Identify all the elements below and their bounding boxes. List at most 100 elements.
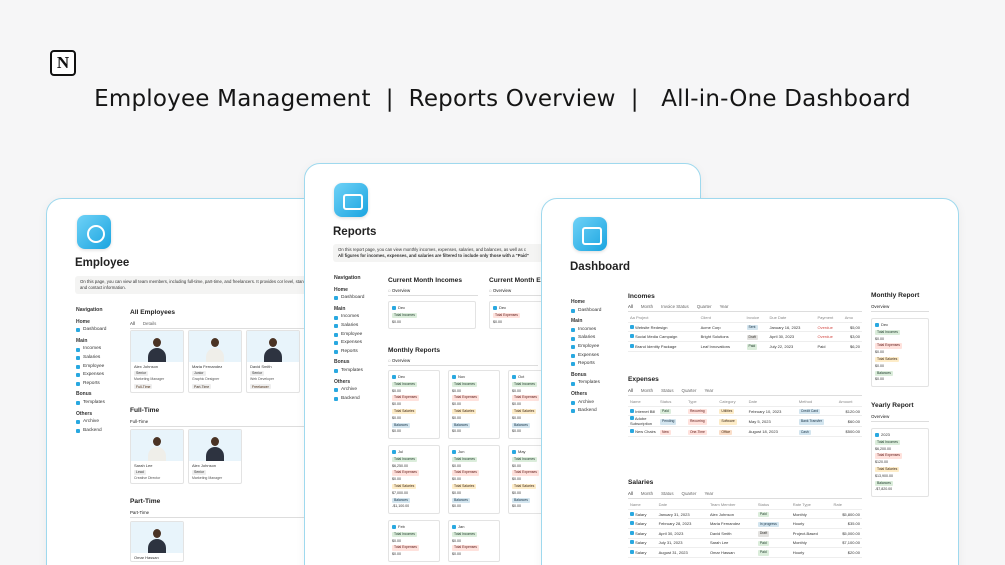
sidebar-item-label: Incomes [83,346,102,352]
column-header-category[interactable]: Category [717,398,747,407]
tab-month[interactable]: Month [641,388,653,393]
sidebar-item-employee[interactable]: Employee [76,363,126,372]
tab-quarter[interactable]: Quarter [682,388,697,393]
table-row[interactable]: Social Media Campaign Bright Solutions Dra… [628,331,862,343]
tab-overview-yr[interactable]: Overview [871,414,889,419]
sidebar-item-archive[interactable]: Archive [76,418,126,427]
monthly-report-card[interactable]: Jan Total Incomes $0.00 Total Expenses $0.00 [448,520,500,562]
tab-year[interactable]: Year [704,491,713,496]
table-row[interactable]: Salary August 31, 2023 Omar Hassan Paid Hour… [628,547,862,558]
sidebar-item-salaries[interactable]: Salaries [571,334,621,343]
tab-status[interactable]: Status [661,388,673,393]
tab-year[interactable]: Year [720,304,729,309]
tab-quarter[interactable]: Quarter [697,304,712,309]
column-header-status[interactable]: Status [755,501,791,510]
table-row[interactable]: Salary July 31, 2023 Sarah Lee Paid Monthly $… [628,538,862,549]
sidebar-item-dashboard[interactable]: Dashboard [334,294,384,303]
monthly-report-card[interactable]: Feb Total Incomes $0.00 Total Expenses $0.00 [388,520,440,562]
sidebar-item-expenses[interactable]: Expenses [334,339,384,348]
tab-overview-monthly[interactable]: ◌ Overview [388,358,410,363]
tab-part-time[interactable]: Part-Time [130,510,149,515]
tab-month[interactable]: Month [641,304,653,309]
employee-card[interactable]: David Smith Senior Web Developer Freelancer [246,330,300,393]
monthly-report-card[interactable]: Jul Total Incomes $6,250.00 Total Expenses $… [388,445,440,515]
monthly-report-card[interactable]: Dec Total Incomes $0.00 Total Expenses $0.00… [388,370,440,440]
tab-all[interactable]: All [628,388,633,393]
cm-incomes-card[interactable]: Dec Total Incomes $0.00 [388,301,476,330]
tab-overview-mr[interactable]: Overview [871,304,889,309]
sidebar-item-expenses[interactable]: Expenses [76,371,126,380]
employee-card[interactable]: Alex Johnson Senior Marketing Manager [188,429,242,484]
sidebar-item-dashboard[interactable]: Dashboard [571,307,621,316]
sidebar-item-templates[interactable]: Templates [571,379,621,388]
sidebar-item-employee[interactable]: Employee [571,343,621,352]
sidebar-item-reports[interactable]: Reports [571,360,621,369]
employee-card[interactable]: Omar Hassan [130,521,184,562]
column-header-amo[interactable]: Amo [842,314,862,323]
sidebar-item-expenses[interactable]: Expenses [571,352,621,361]
tab-status[interactable]: Status [661,491,673,496]
monthly-report-card[interactable]: Dec Total Incomes $0.00 Total Expenses $0.00… [871,318,929,388]
employee-card[interactable]: Sarah Lee Lead Creative Director [130,429,184,484]
sidebar-item-templates[interactable]: Templates [334,367,384,376]
table-row[interactable]: Salary January 31, 2023 Alex Johnson Paid Mo… [628,509,862,520]
column-header-invoice[interactable]: Invoice [744,314,768,323]
sidebar-item-incomes[interactable]: Incomes [334,313,384,322]
column-header-name[interactable]: Name [628,501,657,510]
table-row[interactable]: New Chairs New One-Time Office August 18, 20… [628,426,862,438]
sidebar-item-employee[interactable]: Employee [334,331,384,340]
sidebar-item-incomes[interactable]: Incomes [571,326,621,335]
sidebar-item-backend[interactable]: Backend [571,407,621,416]
sidebar-item-salaries[interactable]: Salaries [334,322,384,331]
page-icon [76,364,80,369]
sidebar-item-backend[interactable]: Backend [76,427,126,436]
column-header-payment[interactable]: Payment [815,314,843,323]
table-row[interactable]: Brand Identity Package Leaf Innovations Pa… [628,341,862,352]
column-header-method[interactable]: Method [796,398,837,407]
sidebar-item-templates[interactable]: Templates [76,399,126,408]
column-header-date[interactable]: Date [656,501,708,510]
sidebar-item-archive[interactable]: Archive [334,386,384,395]
column-header-client[interactable]: Client [698,314,745,323]
tab-full-time[interactable]: Full-Time [130,419,148,424]
tab-overview[interactable]: ◌ Overview [388,288,410,293]
column-header-name[interactable]: Name [628,398,658,407]
column-header-due-date[interactable]: Due Date [767,314,816,323]
column-header-team-member[interactable]: Team Member [707,501,756,510]
sidebar-item-incomes[interactable]: Incomes [76,345,126,354]
employee-card[interactable]: Alex Johnson Senior Marketing Manager Full-… [130,330,184,393]
column-header-aa-project[interactable]: Aa Project [628,314,699,323]
tab-all[interactable]: All [628,304,633,309]
sidebar-item-salaries[interactable]: Salaries [76,354,126,363]
invoice-status-cell: Draft [744,331,768,343]
tab-all[interactable]: All [130,321,135,326]
table-row[interactable]: Salary February 28, 2023 Maria Fernandez In… [628,518,862,530]
tab-quarter[interactable]: Quarter [682,491,697,496]
column-header-rate-type[interactable]: Rate Type [790,501,832,510]
sidebar-item-backend[interactable]: Backend [334,395,384,404]
column-header-status[interactable]: Status [658,398,686,407]
column-header-type[interactable]: Type [685,398,718,407]
table-row[interactable]: Internet Bill Paid Recurring Utilities Febru… [628,406,862,417]
column-header-amount[interactable]: Amount [836,398,862,407]
page-icon [334,388,338,393]
column-header-rate[interactable]: Rate [831,501,862,510]
yearly-report-card[interactable]: 2023 Total Incomes $6,200.00 Total Expenses… [871,428,929,498]
tab-month[interactable]: Month [641,491,653,496]
monthly-report-card[interactable]: Jun Total Incomes $0.00 Total Expenses $0.00… [448,445,500,515]
tab-details[interactable]: Details [143,321,156,326]
table-row[interactable]: Salary April 30, 2023 David Smith Draft Proj… [628,528,862,539]
tab-all[interactable]: All [628,491,633,496]
table-row[interactable]: Adobe Subscription Pending Recurring Softwa… [628,415,862,428]
monthly-report-card[interactable]: Nov Total Incomes $0.00 Total Expenses $0.00… [448,370,500,440]
sidebar-item-reports[interactable]: Reports [76,380,126,389]
tab-invoice-status[interactable]: Invoice Status [661,304,689,309]
tab-overview-expenses[interactable]: ◌ Overview [489,288,511,293]
tab-year[interactable]: Year [704,388,713,393]
employee-card[interactable]: Maria Fernandez Junior Graphic Designer Par… [188,330,242,393]
column-header-date[interactable]: Date [746,398,797,407]
table-row[interactable]: Website Redesign Acme Corp Sent January 16,… [628,322,862,333]
sidebar-item-archive[interactable]: Archive [571,399,621,408]
sidebar-item-reports[interactable]: Reports [334,348,384,357]
sidebar-item-dashboard[interactable]: Dashboard [76,326,126,335]
